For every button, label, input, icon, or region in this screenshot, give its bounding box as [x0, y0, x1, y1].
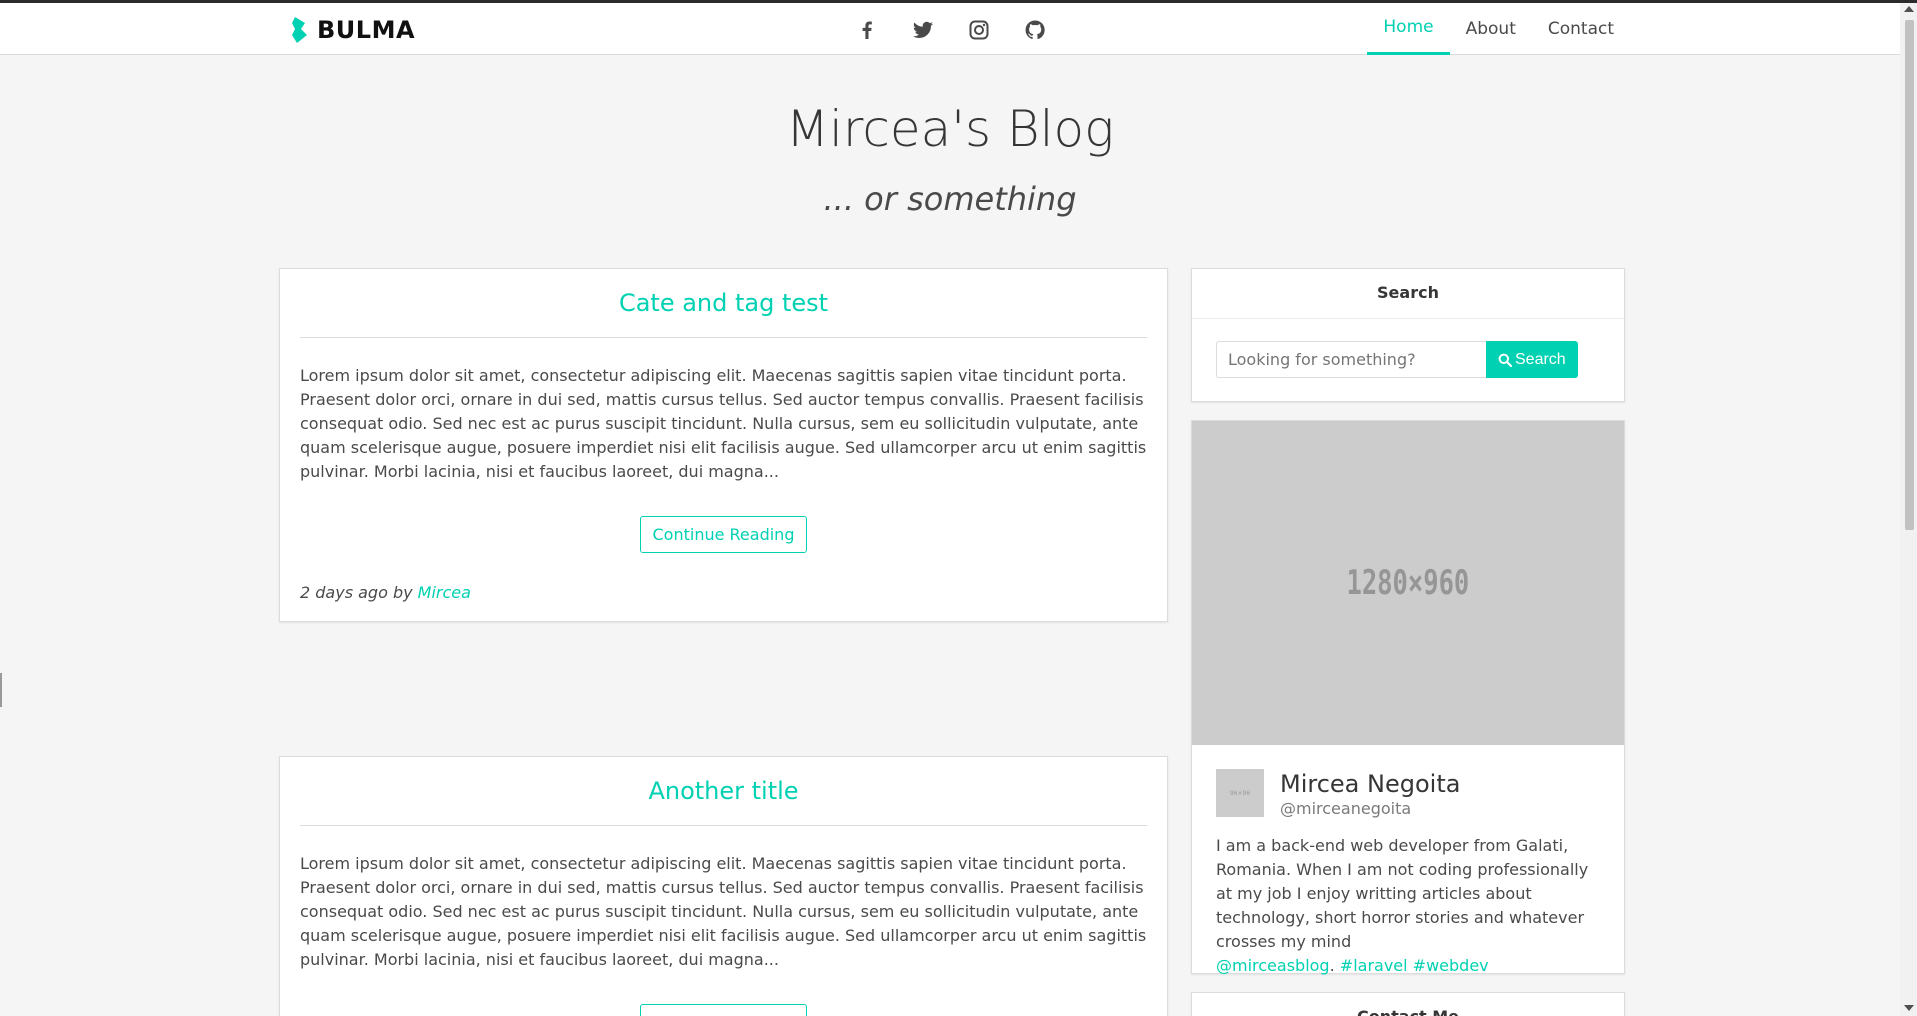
nav-links: Home About Contact: [1367, 3, 1630, 55]
scroll-up-arrow-icon[interactable]: [1904, 6, 1914, 12]
scrollbar-thumb[interactable]: [1905, 20, 1914, 530]
search-input[interactable]: [1216, 341, 1486, 378]
post-excerpt: Lorem ipsum dolor sit amet, consectetur …: [300, 854, 1147, 969]
page-subtitle: ... or something: [823, 180, 1077, 218]
nav-link-home[interactable]: Home: [1367, 3, 1450, 55]
profile-link-laravel[interactable]: #laravel: [1340, 956, 1408, 975]
post-card: Cate and tag test Lorem ipsum dolor sit …: [279, 268, 1168, 622]
post-meta: 2 days ago by Mircea: [280, 553, 1167, 602]
scroll-down-arrow-icon[interactable]: [1904, 1005, 1914, 1011]
contact-card-header: Contact Me: [1192, 993, 1624, 1016]
continue-reading-button[interactable]: Continue Reading: [639, 1004, 808, 1016]
avatar: 96×96: [1216, 769, 1264, 817]
search-card: Search Search: [1191, 268, 1625, 402]
page-title: Mircea's Blog: [785, 100, 1115, 158]
profile-bio-text: I am a back-end web developer from Galat…: [1216, 836, 1589, 951]
profile-link-blog[interactable]: @mirceasblog: [1216, 956, 1330, 975]
search-button-label: Search: [1515, 350, 1566, 368]
search-icon: [1498, 353, 1512, 367]
profile-link-webdev[interactable]: #webdev: [1413, 956, 1489, 975]
post-title-link[interactable]: Another title: [300, 777, 1147, 826]
profile-cover-image: 1280×960: [1192, 421, 1624, 745]
post-excerpt: Lorem ipsum dolor sit amet, consectetur …: [300, 366, 1147, 481]
twitter-icon[interactable]: [911, 18, 935, 42]
profile-link-separator: .: [1329, 956, 1335, 975]
post-author-link[interactable]: Mircea: [418, 583, 471, 602]
nav-link-contact[interactable]: Contact: [1532, 3, 1630, 55]
profile-handle: @mirceanegoita: [1280, 799, 1412, 818]
search-form: Search: [1192, 319, 1624, 400]
instagram-icon[interactable]: [967, 18, 991, 42]
post-title-link[interactable]: Cate and tag test: [300, 289, 1147, 338]
post-card: Another title Lorem ipsum dolor sit amet…: [279, 756, 1168, 1016]
facebook-icon[interactable]: [855, 18, 879, 42]
contact-card: Contact Me: [1191, 992, 1625, 1016]
search-button[interactable]: Search: [1486, 341, 1578, 378]
social-links: [855, 18, 1047, 42]
brand[interactable]: BULMA: [289, 15, 415, 45]
continue-reading-button[interactable]: Continue Reading: [639, 516, 808, 553]
profile-header: 96×96 Mircea Negoita @mirceanegoita: [1192, 745, 1624, 818]
nav-link-about[interactable]: About: [1450, 3, 1532, 55]
search-card-header: Search: [1192, 269, 1624, 319]
profile-name: Mircea Negoita: [1280, 770, 1461, 798]
profile-card: 1280×960 96×96 Mircea Negoita @mirceaneg…: [1191, 420, 1625, 975]
brand-name: BULMA: [317, 16, 416, 44]
navbar: BULMA Home About Contact: [0, 3, 1900, 55]
github-icon[interactable]: [1023, 18, 1047, 42]
bulma-logo-icon: [292, 17, 307, 43]
post-date: 2 days ago by: [300, 583, 413, 602]
profile-image-placeholder-label: 1280×960: [1346, 563, 1470, 603]
page-edge-marker: [0, 673, 2, 707]
avatar-placeholder-label: 96×96: [1229, 789, 1251, 797]
profile-bio: I am a back-end web developer from Galat…: [1192, 818, 1624, 998]
